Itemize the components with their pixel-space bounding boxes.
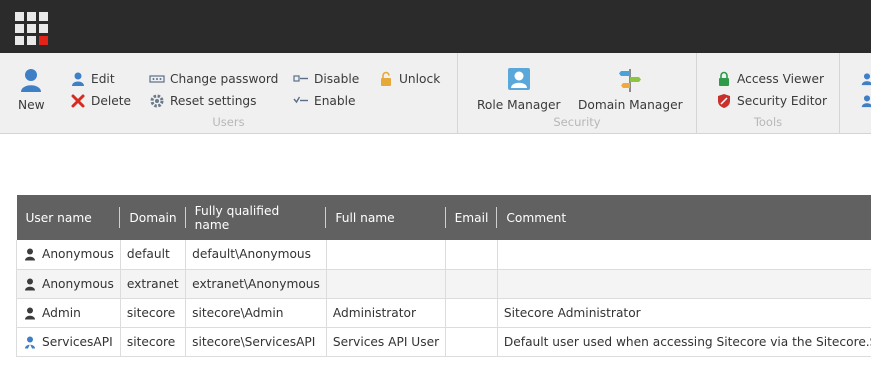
domain-cell: sitecore xyxy=(120,298,187,328)
password-icon xyxy=(149,75,165,83)
users-table: User name Domain Fully qualified name Fu… xyxy=(16,195,871,357)
full-name-cell: Services API User xyxy=(326,327,447,357)
new-user-icon xyxy=(21,69,42,92)
column-header-full-name[interactable]: Full name xyxy=(326,195,446,240)
comment-cell xyxy=(497,240,871,270)
reset-settings-label: Reset settings xyxy=(170,94,257,108)
domain-manager-button[interactable]: Domain Manager xyxy=(578,67,683,112)
unlock-icon xyxy=(381,71,391,86)
unlock-label: Unlock xyxy=(399,72,441,86)
full-name-cell xyxy=(326,240,447,270)
column-header-fully-qualified-name[interactable]: Fully qualified name xyxy=(185,195,327,240)
group-divider xyxy=(839,53,840,133)
enable-icon xyxy=(293,96,308,104)
user-icon xyxy=(25,248,35,261)
user-icon xyxy=(25,278,35,290)
column-header-user-name[interactable]: User name xyxy=(16,195,121,240)
access-viewer-button[interactable]: Access Viewer xyxy=(716,71,824,87)
user-icon xyxy=(25,307,35,319)
role-manager-icon xyxy=(507,68,530,90)
ribbon: New Edit Delete Change password Reset se… xyxy=(0,53,871,134)
top-bar xyxy=(0,0,871,53)
lock-icon xyxy=(719,71,729,86)
change-password-button[interactable]: Change password xyxy=(149,71,278,87)
new-user-label: New xyxy=(18,98,45,112)
comment-cell xyxy=(497,269,871,299)
delete-icon xyxy=(71,94,85,108)
delete-user-button[interactable]: Delete xyxy=(70,93,131,109)
email-cell xyxy=(445,327,498,357)
user-name-cell: ServicesAPI xyxy=(42,334,113,349)
domain-cell: extranet xyxy=(120,269,187,299)
edit-user-button[interactable]: Edit xyxy=(70,71,115,87)
table-row[interactable]: ServicesAPI sitecore sitecore\ServicesAP… xyxy=(16,327,871,357)
domain-manager-icon xyxy=(619,69,642,92)
gear-icon xyxy=(150,94,164,108)
tools-group-title: Tools xyxy=(753,115,783,129)
full-name-cell: Administrator xyxy=(326,298,447,328)
disable-user-button[interactable]: Disable xyxy=(293,71,359,87)
change-password-label: Change password xyxy=(170,72,279,86)
security-group-title: Security xyxy=(553,115,601,129)
email-cell xyxy=(445,240,498,270)
shield-icon xyxy=(718,94,730,108)
edit-label: Edit xyxy=(91,72,115,86)
enable-label: Enable xyxy=(314,94,356,108)
comment-cell: Sitecore Administrator xyxy=(497,298,871,328)
column-header-domain[interactable]: Domain xyxy=(120,195,186,240)
fqn-cell: extranet\Anonymous xyxy=(185,269,327,299)
fqn-cell: default\Anonymous xyxy=(185,240,327,270)
user-name-cell: Anonymous xyxy=(42,247,114,262)
security-editor-button[interactable]: Security Editor xyxy=(716,93,827,109)
comment-cell: Default user used when accessing Sitecor… xyxy=(497,327,871,357)
domain-cell: sitecore xyxy=(120,327,187,357)
enable-user-button[interactable]: Enable xyxy=(293,93,356,109)
fqn-cell: sitecore\ServicesAPI xyxy=(185,327,327,357)
users-group-title: Users xyxy=(212,115,245,129)
email-cell xyxy=(445,269,498,299)
fqn-cell: sitecore\Admin xyxy=(185,298,327,328)
sitecore-launchpad-icon[interactable] xyxy=(15,12,48,45)
delete-label: Delete xyxy=(91,94,132,108)
role-manager-label: Role Manager xyxy=(477,98,561,112)
disable-label: Disable xyxy=(314,72,360,86)
domain-cell: default xyxy=(120,240,187,270)
api-user-icon xyxy=(25,336,35,348)
full-name-cell xyxy=(326,269,447,299)
user-icon[interactable] xyxy=(860,72,871,86)
column-header-comment[interactable]: Comment xyxy=(497,195,871,240)
disable-icon xyxy=(293,75,308,82)
user-name-cell: Anonymous xyxy=(42,276,114,291)
access-viewer-label: Access Viewer xyxy=(737,72,825,86)
edit-user-icon xyxy=(72,72,84,86)
table-row[interactable]: Anonymous extranet extranet\Anonymous xyxy=(16,269,871,299)
user-name-cell: Admin xyxy=(42,305,81,320)
role-manager-button[interactable]: Role Manager xyxy=(477,67,561,112)
column-header-email[interactable]: Email xyxy=(445,195,498,240)
email-cell xyxy=(445,298,498,328)
table-row[interactable]: Anonymous default default\Anonymous xyxy=(16,240,871,270)
security-editor-label: Security Editor xyxy=(737,94,827,108)
reset-settings-button[interactable]: Reset settings xyxy=(149,93,257,109)
user-icon[interactable] xyxy=(860,94,871,108)
unlock-user-button[interactable]: Unlock xyxy=(378,71,440,87)
table-row[interactable]: Admin sitecore sitecore\Admin Administra… xyxy=(16,298,871,328)
table-header-row: User name Domain Fully qualified name Fu… xyxy=(16,195,871,240)
new-user-button[interactable]: New xyxy=(18,67,45,112)
domain-manager-label: Domain Manager xyxy=(578,98,683,112)
